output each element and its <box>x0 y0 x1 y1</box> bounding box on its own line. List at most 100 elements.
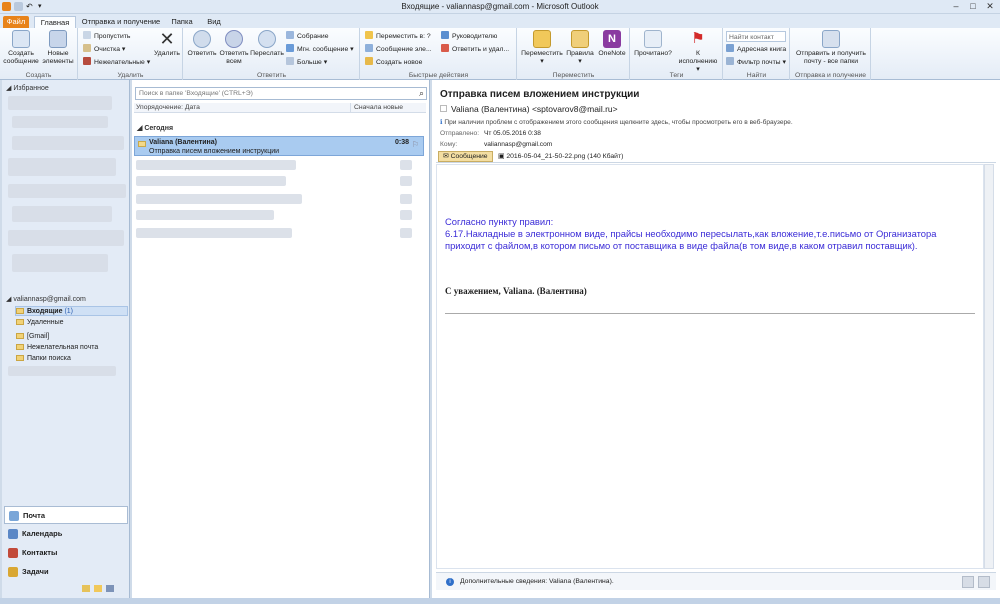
follow-up-button[interactable]: ⚑ К исполнению ▾ <box>677 30 719 74</box>
quickstep-reply-delete[interactable]: Ответить и удал... <box>441 44 509 55</box>
search-icon[interactable]: ⌕ <box>419 88 424 99</box>
scrollbar[interactable] <box>984 164 994 569</box>
nav-mail[interactable]: Почта <box>4 506 128 524</box>
rules-button[interactable]: Правила ▾ <box>564 30 596 66</box>
forward-button[interactable]: Переслать <box>250 30 284 58</box>
tab-folder[interactable]: Папка <box>166 16 198 28</box>
address-book-button[interactable]: Адресная книга <box>726 44 786 55</box>
quickstep-create-new[interactable]: Создать новое <box>365 57 422 68</box>
account-header[interactable]: ◢ valiannasp@gmail.com <box>6 295 86 303</box>
quickstep-move-to[interactable]: Переместить в: ? <box>365 31 431 42</box>
new-email-button[interactable]: Создать сообщение <box>3 30 39 66</box>
notes-icon[interactable] <box>82 585 90 592</box>
favorites-header[interactable]: ◢ Избранное <box>6 84 49 92</box>
blurred-row <box>136 210 274 220</box>
flag-outline-icon[interactable]: ⚐ <box>412 140 419 149</box>
folder-gmail[interactable]: [Gmail] <box>16 332 49 342</box>
junk-button[interactable]: Нежелательные ▾ <box>83 57 150 68</box>
meeting-button[interactable]: Собрание <box>286 31 328 42</box>
image-file-icon: ▣ <box>498 153 505 160</box>
group-quick-steps-label: Быстрые действия <box>408 72 469 79</box>
folder-deleted[interactable]: Удаленные <box>16 318 64 328</box>
onenote-icon: N <box>603 30 621 48</box>
team-email-icon <box>365 44 373 52</box>
blurred-item <box>12 254 108 272</box>
reply-all-icon <box>225 30 243 48</box>
minimize-icon[interactable]: – <box>948 1 964 12</box>
blurred-item <box>12 206 112 222</box>
sent-row: Отправлено: Чт 05.05.2016 0:38 <box>440 130 541 137</box>
reply-all-button[interactable]: Ответить всем <box>218 30 250 66</box>
message-body: Согласно пункту правил: 6.17.Накладные в… <box>436 164 984 569</box>
search-input[interactable]: Поиск в папке 'Входящие' (CTRL+Э) ⌕ <box>135 87 427 100</box>
window-title: Входящие - valiannasp@gmail.com - Micros… <box>401 2 599 11</box>
send-receive-all-button[interactable]: Отправить и получить почту - все папки <box>793 30 869 66</box>
reply-icon <box>193 30 211 48</box>
nav-contacts[interactable]: Контакты <box>4 544 128 562</box>
clean-up-button[interactable]: Очистка ▾ <box>83 44 125 55</box>
group-today-header[interactable]: ◢ Сегодня <box>137 124 173 132</box>
filter-email-button[interactable]: Фильтр почты ▾ <box>726 57 786 68</box>
close-icon[interactable]: ✕ <box>982 1 998 12</box>
move-button[interactable]: Переместить ▾ <box>520 30 564 66</box>
reply-delete-icon <box>441 44 449 52</box>
avatar <box>978 576 990 588</box>
title-bar: ↶ ▾ Входящие - valiannasp@gmail.com - Mi… <box>0 0 1000 14</box>
read-unread-button[interactable]: Прочитано? <box>633 30 673 58</box>
attachment-file[interactable]: ▣ 2016-05-04_21-50-22.png (140 Кбайт) <box>498 152 623 162</box>
folder-junk[interactable]: Нежелательная почта <box>16 343 98 353</box>
group-send-receive-label: Отправка и получение <box>794 72 867 79</box>
info-bar[interactable]: ℹ При наличии проблем с отображением это… <box>440 118 793 126</box>
reading-pane: Отправка писем вложением инструкции Vali… <box>432 80 1000 604</box>
blurred-row <box>136 228 292 238</box>
table-row-selected[interactable]: Valiana (Валентина) Отправка писем вложе… <box>134 136 424 156</box>
folder-icon <box>16 308 24 314</box>
ignore-button[interactable]: Пропустить <box>83 31 130 42</box>
group-delete: Пропустить Очистка ▾ Нежелательные ▾ ✕ У… <box>79 28 183 80</box>
forward-icon <box>258 30 276 48</box>
nav-tasks[interactable]: Задачи <box>4 563 128 581</box>
folder-inbox[interactable]: Входящие (1) <box>15 306 128 316</box>
nav-calendar[interactable]: Календарь <box>4 525 128 543</box>
shortcuts-icon[interactable] <box>106 585 114 592</box>
folder-list-icon[interactable] <box>94 585 102 592</box>
create-new-icon <box>365 57 373 65</box>
tab-send-receive[interactable]: Отправка и получение <box>79 16 163 28</box>
message-sender[interactable]: Valiana (Валентина) <sptovarov8@mail.ru> <box>440 104 618 114</box>
sort-order[interactable]: Сначала новые <box>350 103 426 113</box>
status-bar <box>0 598 1000 604</box>
navigation-pane: ◢ Избранное ◢ valiannasp@gmail.com Входя… <box>2 80 130 604</box>
tab-file[interactable]: Файл <box>3 16 29 28</box>
blurred-row <box>400 228 412 238</box>
new-items-icon <box>49 30 67 48</box>
envelope-small-icon: ✉ <box>443 153 449 160</box>
blurred-item <box>8 230 124 246</box>
more-button[interactable]: Больше ▾ <box>286 57 327 68</box>
quickstep-to-manager[interactable]: Руководителю <box>441 31 497 42</box>
folder-search[interactable]: Папки поиска <box>16 354 71 364</box>
blurred-item <box>8 96 112 110</box>
maximize-icon[interactable]: □ <box>965 1 981 12</box>
group-create-label: Создать <box>25 72 52 79</box>
calendar-icon <box>8 529 18 539</box>
quickstep-team-email[interactable]: Сообщение эле... <box>365 44 432 55</box>
blurred-row <box>136 194 302 204</box>
send-receive-icon <box>822 30 840 48</box>
delete-button[interactable]: ✕ Удалить <box>153 30 181 58</box>
message-tab[interactable]: ✉ Сообщение <box>438 151 493 162</box>
onenote-button[interactable]: N OneNote <box>596 30 628 58</box>
people-pane[interactable]: i Дополнительные сведения: Valiana (Вале… <box>436 572 996 590</box>
divider <box>445 313 975 314</box>
info-icon: ℹ <box>440 119 443 126</box>
reply-button[interactable]: Ответить <box>186 30 218 58</box>
avatar <box>962 576 974 588</box>
address-book-icon <box>726 44 734 52</box>
new-items-button[interactable]: Новые элементы <box>40 30 76 66</box>
tab-view[interactable]: Вид <box>201 16 227 28</box>
blurred-item <box>8 158 116 176</box>
im-button[interactable]: Мгн. сообщение ▾ <box>286 44 354 55</box>
sort-by-date[interactable]: Упорядочение: Дата <box>134 103 350 113</box>
group-delete-label: Удалить <box>117 72 144 79</box>
find-contact-input[interactable]: Найти контакт <box>726 31 786 42</box>
tab-home[interactable]: Главная <box>34 16 76 28</box>
